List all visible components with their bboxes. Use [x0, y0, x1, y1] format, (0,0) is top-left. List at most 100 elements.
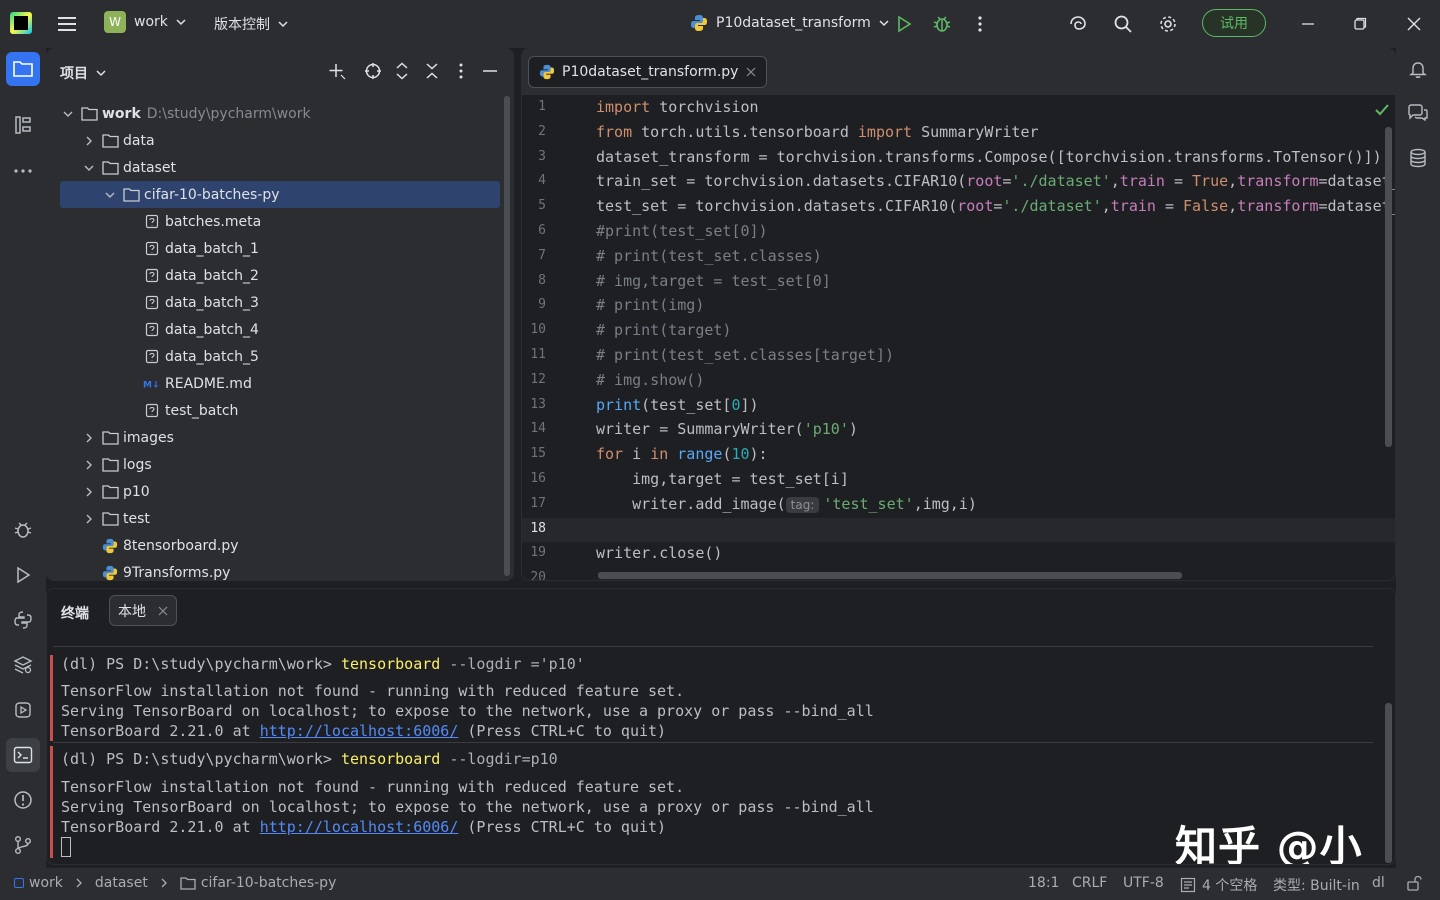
vcs-menu[interactable]: 版本控制 [214, 14, 290, 34]
tree-item-label: data_batch_2 [165, 267, 259, 284]
project-tool-button[interactable] [6, 52, 40, 86]
collapse-icon [426, 63, 438, 79]
python-file-icon [101, 565, 119, 581]
terminal-block-separator [53, 646, 1373, 647]
indent-settings[interactable]: 4 个空格 [1180, 875, 1257, 895]
chevron-right-icon[interactable] [81, 484, 97, 500]
breadcrumb-item-cifar[interactable]: cifar-10-batches-py [201, 875, 337, 891]
tree-item[interactable]: data_batch_4 [46, 316, 502, 343]
project-view-selector[interactable]: 项目 [60, 63, 108, 83]
chevron-right-icon[interactable] [81, 430, 97, 446]
services-tool-button[interactable] [6, 648, 40, 682]
tree-item[interactable]: test_batch [46, 397, 502, 424]
gear-icon [1160, 16, 1176, 32]
file-encoding[interactable]: UTF-8 [1123, 875, 1164, 891]
terminal-cursor[interactable] [61, 837, 71, 857]
code-line: writer = SummaryWriter('p10') [596, 420, 858, 439]
tree-item[interactable]: data_batch_1 [46, 235, 502, 262]
close-icon[interactable] [746, 67, 756, 77]
editor-vertical-scrollbar[interactable] [1385, 127, 1392, 447]
tree-item[interactable]: p10 [46, 478, 502, 505]
tree-item[interactable]: data [46, 127, 502, 154]
debug-button[interactable] [926, 8, 958, 40]
database-tool-button[interactable] [1401, 141, 1435, 175]
ai-assistant-button[interactable] [1062, 8, 1094, 40]
project-switcher[interactable]: W work [104, 11, 188, 33]
editor-tab-p10dataset-transform[interactable]: P10dataset_transform.py [528, 56, 768, 88]
code-area[interactable]: import torchvision from torch.utils.tens… [596, 95, 1395, 580]
tree-item[interactable]: data_batch_5 [46, 343, 502, 370]
close-window-button[interactable] [1398, 8, 1430, 40]
no-problems-check-icon[interactable] [1374, 103, 1390, 121]
project-tool-window: 项目 work D:\study\pycharm\work data dataset c… [46, 48, 514, 581]
line-number: 5 [538, 198, 546, 214]
run-configuration-selector[interactable]: P10dataset_transform [690, 14, 891, 32]
breadcrumb-item-work[interactable]: work [29, 875, 63, 891]
breadcrumb-item-dataset[interactable]: dataset [95, 875, 148, 891]
more-actions-button[interactable] [964, 8, 996, 40]
main-menu-icon[interactable] [52, 8, 84, 40]
alert-circle-icon [14, 791, 32, 809]
hide-panel-button[interactable] [479, 60, 501, 82]
trial-button[interactable]: 试用 [1202, 9, 1266, 37]
tree-item[interactable]: 8tensorboard.py [46, 532, 502, 559]
tree-item[interactable]: batches.meta [46, 208, 502, 235]
line-number: 8 [538, 272, 546, 288]
close-icon[interactable] [158, 606, 168, 616]
ai-chat-tool-button[interactable] [1401, 96, 1435, 130]
bug-icon [933, 16, 951, 32]
collapse-all-button[interactable] [421, 60, 443, 82]
settings-button[interactable] [1152, 8, 1184, 40]
interpreter-type[interactable]: 类型: Built-in [1273, 875, 1360, 895]
tree-item[interactable]: data_batch_2 [46, 262, 502, 289]
services-run-tool-button[interactable] [6, 693, 40, 727]
problems-tool-button[interactable] [6, 783, 40, 817]
run-tool-button[interactable] [6, 558, 40, 592]
project-scrollbar[interactable] [504, 96, 510, 576]
read-only-toggle[interactable] [1406, 875, 1422, 891]
notifications-tool-button[interactable] [1401, 52, 1435, 86]
git-tool-button[interactable] [6, 828, 40, 862]
run-button[interactable] [888, 8, 920, 40]
tree-item[interactable]: images [46, 424, 502, 451]
tree-item[interactable]: logs [46, 451, 502, 478]
tree-item[interactable]: data_batch_3 [46, 289, 502, 316]
tree-item[interactable]: test [46, 505, 502, 532]
code-line: # img.show() [596, 370, 705, 389]
new-file-button[interactable] [326, 60, 348, 82]
chevron-down-icon[interactable] [102, 187, 118, 203]
search-everywhere-button[interactable] [1107, 8, 1139, 40]
debug-tool-button[interactable] [6, 513, 40, 547]
tree-item-label: data [123, 132, 155, 149]
restore-window-button[interactable] [1344, 8, 1376, 40]
caret-position[interactable]: 18:1 [1028, 875, 1059, 891]
python-environment[interactable]: dl [1372, 875, 1385, 891]
line-number: 4 [538, 173, 546, 189]
expand-all-button[interactable] [391, 60, 413, 82]
structure-tool-button[interactable] [6, 108, 40, 142]
chevron-right-icon[interactable] [81, 133, 97, 149]
more-tools-button[interactable] [6, 154, 40, 188]
locate-file-button[interactable] [362, 60, 384, 82]
tree-item[interactable]: cifar-10-batches-py [60, 181, 500, 208]
terminal-tab-local[interactable]: 本地 [109, 595, 177, 626]
chevron-right-icon[interactable] [81, 457, 97, 473]
terminal-prompt-line: (dl) PS D:\study\pycharm\work> tensorboa… [61, 655, 585, 673]
line-separator[interactable]: CRLF [1072, 875, 1107, 891]
tree-item[interactable]: work D:\study\pycharm\work [46, 100, 502, 127]
terminal-tool-button[interactable] [6, 738, 40, 772]
editor-horizontal-scrollbar[interactable] [598, 572, 1182, 579]
tree-item[interactable]: M↓ README.md [46, 370, 502, 397]
tree-item[interactable]: dataset [46, 154, 502, 181]
project-options-button[interactable] [450, 60, 472, 82]
chevron-down-icon[interactable] [60, 106, 76, 122]
minimize-window-button[interactable] [1292, 8, 1324, 40]
chevron-right-icon[interactable] [81, 511, 97, 527]
tree-item[interactable]: 9Transforms.py [46, 559, 502, 581]
pycharm-logo-icon[interactable] [10, 12, 32, 34]
tensorboard-link[interactable]: http://localhost:6006/ [260, 818, 459, 836]
python-packages-tool-button[interactable] [6, 603, 40, 637]
chevron-down-icon[interactable] [81, 160, 97, 176]
tensorboard-link[interactable]: http://localhost:6006/ [260, 722, 459, 740]
terminal-output-line: TensorFlow installation not found - runn… [61, 682, 685, 700]
